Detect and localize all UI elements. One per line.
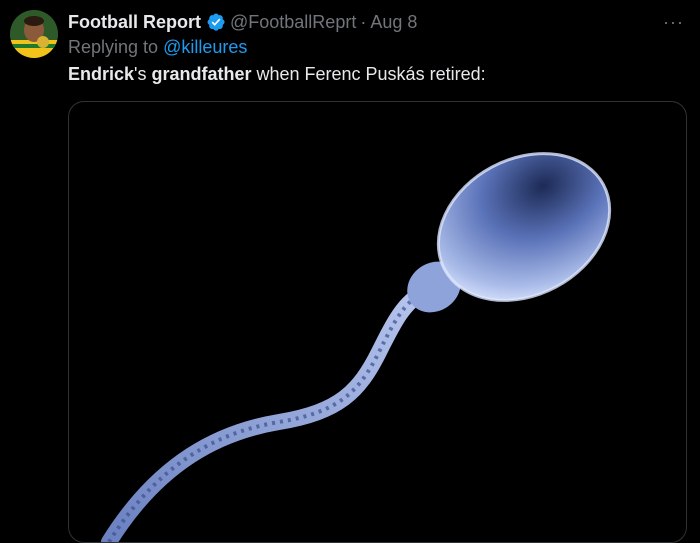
author-handle[interactable]: @FootballReprt <box>230 12 356 33</box>
author-name[interactable]: Football Report <box>68 12 201 33</box>
separator-dot: · <box>360 11 367 32</box>
sperm-cell-image <box>101 152 612 542</box>
tweet-header: Football Report @FootballReprt · Aug 8 <box>68 10 417 34</box>
tweet-text-bold-1: Endrick <box>68 64 135 84</box>
more-options-icon[interactable]: ··· <box>663 12 684 33</box>
reply-context: Replying to @killeures <box>68 37 247 58</box>
tweet-text-part-2: 's <box>134 64 152 84</box>
tweet-media[interactable] <box>68 101 687 543</box>
tweet-date[interactable]: Aug 8 <box>370 12 417 33</box>
tweet-text-part-4: when Ferenc Puskás retired: <box>251 64 486 84</box>
tweet-text-bold-2: grandfather <box>151 64 252 84</box>
avatar-image <box>10 10 58 58</box>
reply-to-link[interactable]: @killeures <box>163 37 247 57</box>
reply-prefix: Replying to <box>68 37 159 57</box>
tweet-text: Endrick's grandfather when Ferenc Puskás… <box>68 64 486 85</box>
verified-badge-icon <box>206 12 226 32</box>
author-avatar[interactable] <box>10 10 58 58</box>
